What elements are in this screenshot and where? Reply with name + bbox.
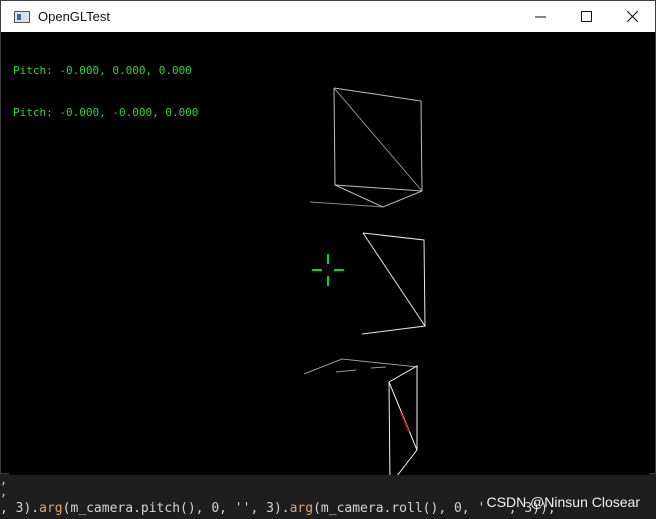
wireframe-shape-middle xyxy=(361,232,426,335)
scene-render xyxy=(303,87,426,475)
app-window: OpenGLTest Pitch: -0.000, 0.000, 0.000 P… xyxy=(0,0,656,475)
wireframe-shape-bottom xyxy=(303,358,419,375)
crosshair-icon xyxy=(312,254,344,286)
highlight-edge xyxy=(399,410,410,433)
wireframe-panel-bottom xyxy=(388,365,418,475)
watermark: CSDN @Ninsun Closear xyxy=(486,494,640,510)
editor-gutter: , , xyxy=(0,473,8,499)
wireframe-box-top xyxy=(309,87,423,208)
